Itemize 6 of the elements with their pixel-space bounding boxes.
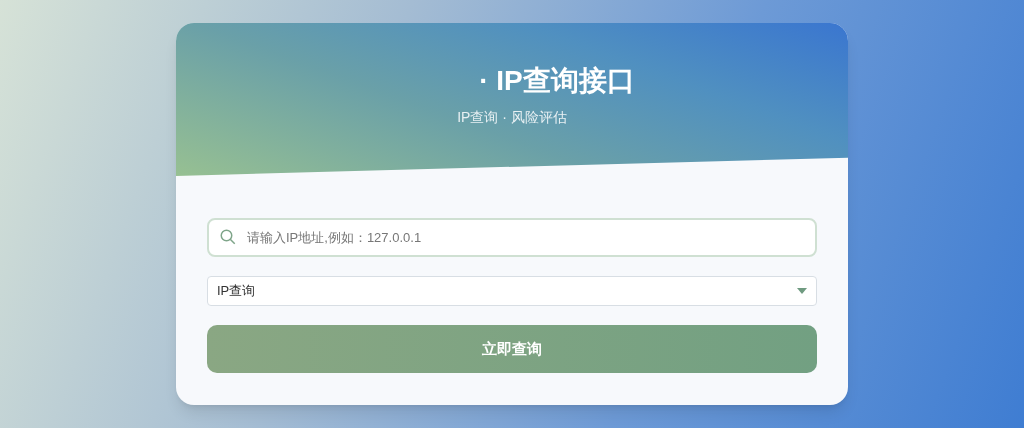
search-icon — [219, 228, 237, 246]
page-subtitle: IP查询 · 风险评估 — [457, 108, 567, 127]
page-title: · IP查询接口 — [478, 64, 635, 98]
query-type-select[interactable]: IP查询 — [207, 276, 817, 306]
search-field[interactable]: 请输入IP地址,例如：127.0.0.1 — [207, 218, 817, 257]
caret-icon — [797, 288, 807, 294]
